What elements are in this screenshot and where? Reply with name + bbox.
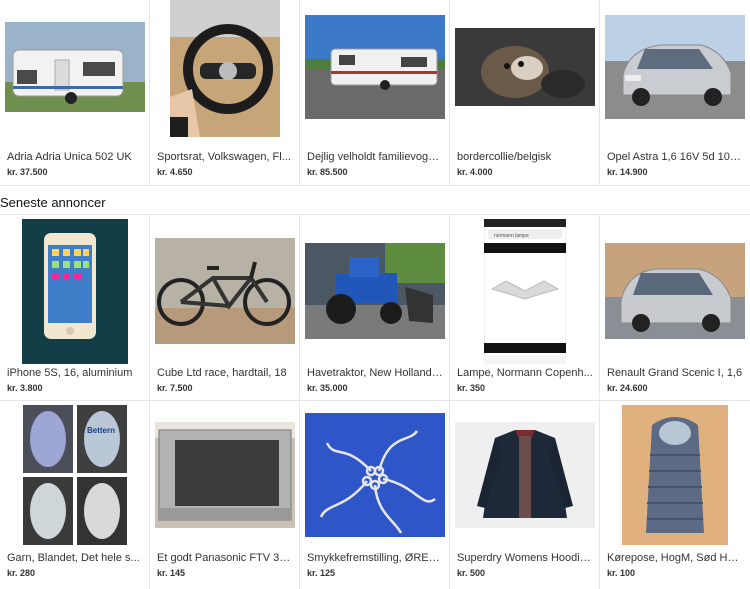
listing-price: kr. 100	[607, 568, 636, 578]
caravan-photo-icon	[4, 22, 145, 112]
listing-row-1: Adria Adria Unica 502 UK kr. 37.500 Spor…	[0, 0, 750, 185]
jacket-photo-icon	[454, 421, 595, 528]
listing-price: kr. 280	[7, 568, 36, 578]
tv-photo-icon	[154, 421, 295, 528]
listing-title[interactable]: Lampe, Normann Copenh...	[457, 367, 593, 379]
listing-row-3: Bettern Garn, Blandet, Det hele s... kr.…	[0, 400, 750, 589]
listing-price: kr. 3.800	[7, 383, 43, 393]
listing-card[interactable]: Superdry Womens Hoodie... kr. 500	[450, 400, 600, 589]
listing-card[interactable]: Bettern Garn, Blandet, Det hele s... kr.…	[0, 400, 150, 589]
yarn-label: Bettern	[87, 426, 115, 435]
listing-card[interactable]: Sportsrat, Volkswagen, Fl... kr. 4.650	[150, 0, 300, 185]
tractor-photo-icon	[304, 243, 445, 339]
listing-title[interactable]: Et godt Panasonic FTV 32...	[157, 552, 293, 564]
divider	[0, 185, 750, 186]
listing-price: kr. 24.600	[607, 383, 648, 393]
phone-photo-icon	[21, 218, 128, 364]
listing-title[interactable]: Kørepose, HogM, Sød Helt...	[607, 552, 744, 564]
yarn-photo-icon: Bettern	[22, 404, 127, 545]
listing-price: kr. 35.000	[307, 383, 348, 393]
listing-title[interactable]: Renault Grand Scenic I, 1,6	[607, 367, 744, 379]
listing-card[interactable]: Renault Grand Scenic I, 1,6 kr. 24.600	[600, 214, 750, 399]
listing-price: kr. 37.500	[7, 167, 48, 177]
listing-card[interactable]: normann lampe Lampe, Normann Copenh... k…	[450, 214, 600, 399]
car-photo-icon	[605, 243, 745, 339]
listing-title[interactable]: Havetraktor, New Holland, ...	[307, 367, 443, 379]
listing-title[interactable]: Adria Adria Unica 502 UK	[7, 151, 143, 163]
listing-price: kr. 7.500	[157, 383, 193, 393]
listing-title[interactable]: bordercollie/belgisk	[457, 151, 593, 163]
search-text: normann lampe	[494, 233, 529, 239]
listing-card[interactable]: bordercollie/belgisk kr. 4.000	[450, 0, 600, 185]
listing-price: kr. 14.900	[607, 167, 648, 177]
listing-title[interactable]: Garn, Blandet, Det hele s...	[7, 552, 143, 564]
listing-price: kr. 4.000	[457, 167, 493, 177]
listing-card[interactable]: Et godt Panasonic FTV 32... kr. 145	[150, 400, 300, 589]
earring-hooks-photo-icon	[304, 412, 445, 537]
listing-title[interactable]: Dejlig velholdt familievogn...	[307, 151, 443, 163]
section-heading: Seneste annoncer	[0, 195, 106, 210]
lamp-screenshot-icon: normann lampe	[483, 218, 566, 364]
listing-price: kr. 125	[307, 568, 336, 578]
listing-price: kr. 500	[457, 568, 486, 578]
listing-title[interactable]: Sportsrat, Volkswagen, Fl...	[157, 151, 293, 163]
listing-card[interactable]: Smykkefremstilling, ØREK... kr. 125	[300, 400, 450, 589]
footmuff-photo-icon	[622, 404, 728, 545]
listing-title[interactable]: Cube Ltd race, hardtail, 18	[157, 367, 293, 379]
caravan-photo-icon	[304, 15, 445, 119]
listing-card[interactable]: Adria Adria Unica 502 UK kr. 37.500	[0, 0, 150, 185]
steering-wheel-photo-icon	[169, 0, 280, 137]
listing-card[interactable]: Cube Ltd race, hardtail, 18 kr. 7.500	[150, 214, 300, 399]
bicycle-photo-icon	[154, 238, 295, 344]
listing-title[interactable]: iPhone 5S, 16, aluminium	[7, 367, 143, 379]
listing-card[interactable]: Havetraktor, New Holland, ... kr. 35.000	[300, 214, 450, 399]
car-photo-icon	[605, 15, 745, 119]
listing-card[interactable]: Opel Astra 1,6 16V 5d 100... kr. 14.900	[600, 0, 750, 185]
listing-price: kr. 350	[457, 383, 486, 393]
listing-price: kr. 4.650	[157, 167, 193, 177]
puppy-photo-icon	[454, 28, 595, 106]
listing-price: kr. 85.500	[307, 167, 348, 177]
listing-title[interactable]: Superdry Womens Hoodie...	[457, 552, 593, 564]
listing-row-2: iPhone 5S, 16, aluminium kr. 3.800 Cube …	[0, 214, 750, 399]
listing-card[interactable]: Kørepose, HogM, Sød Helt... kr. 100	[600, 400, 750, 589]
listing-card[interactable]: iPhone 5S, 16, aluminium kr. 3.800	[0, 214, 150, 399]
listing-price: kr. 145	[157, 568, 186, 578]
listing-title[interactable]: Opel Astra 1,6 16V 5d 100...	[607, 151, 744, 163]
listing-title[interactable]: Smykkefremstilling, ØREK...	[307, 552, 443, 564]
listing-card[interactable]: Dejlig velholdt familievogn... kr. 85.50…	[300, 0, 450, 185]
